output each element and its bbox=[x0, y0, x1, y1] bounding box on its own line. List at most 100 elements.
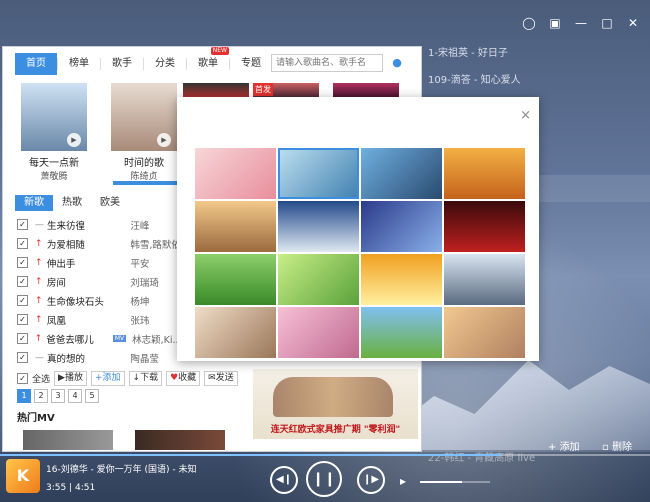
song-row[interactable]: ✓ ↑ 凤凰 张玮 bbox=[17, 310, 182, 329]
maximize-icon[interactable]: □ bbox=[600, 16, 614, 30]
send-label: 发送 bbox=[215, 373, 234, 383]
featured-item[interactable]: ▶ 时间的歌 陈绮贞 bbox=[111, 83, 177, 182]
skin-thumbnail[interactable] bbox=[361, 201, 442, 252]
song-list: ✓ — 生来彷徨 汪峰 ✓ ↑ 为爱相随 韩雪,路默依 ✓ ↑ 伸出手 平安 ✓ ↑ 房间 刘瑞琦 ✓ ↑ 生命像块… bbox=[17, 215, 182, 367]
playlist-item[interactable]: 1-宋祖英 - 好日子 bbox=[422, 40, 650, 67]
nav-tab[interactable]: 首页 bbox=[15, 53, 57, 75]
skin-thumbnail[interactable] bbox=[278, 201, 359, 252]
skin-thumbnail[interactable] bbox=[195, 254, 276, 305]
playlist-item[interactable] bbox=[422, 391, 650, 418]
song-checkbox[interactable]: ✓ bbox=[17, 257, 28, 268]
song-row[interactable]: ✓ ↑ 生命像块石头 杨坤 bbox=[17, 291, 182, 310]
nav-tab[interactable]: 专题 bbox=[230, 53, 272, 75]
skin-thumbnail[interactable] bbox=[444, 254, 525, 305]
progress-bar[interactable] bbox=[0, 454, 650, 456]
song-row[interactable]: ✓ — 真的想的 陶晶莹 bbox=[17, 348, 182, 367]
skin-thumbnail[interactable] bbox=[361, 307, 442, 358]
song-row[interactable]: ✓ ↑ 房间 刘瑞琦 bbox=[17, 272, 182, 291]
ad-banner[interactable]: 连天红欧式家具推广期 "零利润" bbox=[253, 369, 418, 439]
playlist-delete-button[interactable]: ▫ 删除 bbox=[602, 438, 632, 453]
ad-text: 连天红欧式家具推广期 "零利润" bbox=[270, 425, 401, 435]
skin-thumbnail[interactable] bbox=[278, 307, 359, 358]
page-button[interactable]: 2 bbox=[34, 389, 48, 403]
hot-mv-heading: 热门MV bbox=[17, 413, 55, 424]
song-row[interactable]: ✓ — 生来彷徨 汪峰 bbox=[17, 215, 182, 234]
elapsed-time: 3:55 bbox=[46, 483, 67, 493]
song-subtab[interactable]: 欧美 bbox=[91, 195, 129, 211]
song-row[interactable]: ✓ ↑ 伸出手 平安 bbox=[17, 253, 182, 272]
song-name: 真的想的 bbox=[46, 353, 85, 365]
skin-thumbnail[interactable] bbox=[444, 201, 525, 252]
page-button[interactable]: 5 bbox=[85, 389, 99, 403]
featured-item[interactable]: ▶ 每天一点新 萧敬腾 bbox=[21, 83, 87, 182]
song-artist: 陶晶莹 bbox=[130, 353, 159, 365]
nav-tab-label: 分类 bbox=[155, 58, 175, 69]
send-button[interactable]: ✉发送 bbox=[204, 371, 238, 386]
nav-tab[interactable]: 歌单 NEW bbox=[187, 47, 229, 75]
song-name: 房间 bbox=[46, 277, 66, 289]
next-button[interactable]: ❙▶ bbox=[357, 466, 385, 494]
skin-thumbnail[interactable] bbox=[361, 254, 442, 305]
page-button[interactable]: 4 bbox=[68, 389, 82, 403]
song-name: 伸出手 bbox=[46, 258, 76, 270]
playlist-item[interactable] bbox=[422, 364, 650, 391]
song-artist: 韩雪,路默依 bbox=[130, 239, 181, 251]
song-subtab[interactable]: 热歌 bbox=[53, 195, 91, 211]
pause-button[interactable]: ❙❙ bbox=[306, 461, 342, 497]
song-name: 凤凰 bbox=[46, 315, 66, 327]
play-label: 播放 bbox=[64, 373, 83, 383]
search-input[interactable] bbox=[271, 54, 383, 72]
skin-thumbnail[interactable] bbox=[195, 307, 276, 358]
song-checkbox[interactable]: ✓ bbox=[17, 333, 28, 344]
minimize-icon[interactable]: — bbox=[574, 16, 588, 30]
song-row[interactable]: ✓ ↑ 为爱相随 韩雪,路默依 bbox=[17, 234, 182, 253]
mv-thumbnail[interactable] bbox=[135, 430, 225, 450]
nav-tab[interactable]: 歌手 bbox=[101, 53, 143, 75]
nav-tab[interactable]: 分类 bbox=[144, 53, 186, 75]
song-checkbox[interactable]: ✓ bbox=[17, 314, 28, 325]
song-row[interactable]: ✓ ↑ 爸爸去哪儿 MV 林志颖,Ki... bbox=[17, 329, 182, 348]
song-checkbox[interactable]: ✓ bbox=[17, 238, 28, 249]
song-checkbox[interactable]: ✓ bbox=[17, 352, 28, 363]
mini-mode-icon[interactable]: ▣ bbox=[548, 16, 562, 30]
skin-thumbnail[interactable] bbox=[195, 201, 276, 252]
skin-thumbnail[interactable] bbox=[278, 148, 359, 199]
select-all-checkbox[interactable]: ✓ bbox=[17, 373, 28, 384]
song-checkbox[interactable]: ✓ bbox=[17, 219, 28, 230]
playlist-add-button[interactable]: + 添加 bbox=[548, 438, 580, 453]
playlist-item[interactable]: 109-滴答 - 知心爱人 bbox=[422, 67, 650, 94]
skin-thumbnail[interactable] bbox=[195, 148, 276, 199]
skin-icon[interactable]: ◯ bbox=[522, 16, 536, 30]
mv-badge[interactable]: MV bbox=[112, 335, 127, 342]
collect-button[interactable]: ♥收藏 bbox=[166, 371, 201, 386]
play-icon[interactable]: ▶ bbox=[157, 133, 171, 147]
play-button[interactable]: ▶播放 bbox=[54, 371, 87, 386]
volume-slider[interactable] bbox=[420, 481, 490, 483]
song-subtab[interactable]: 新歌 bbox=[15, 195, 53, 211]
new-badge: NEW bbox=[210, 47, 229, 55]
skin-thumbnail[interactable] bbox=[444, 148, 525, 199]
song-checkbox[interactable]: ✓ bbox=[17, 276, 28, 287]
play-icon[interactable]: ▶ bbox=[67, 133, 81, 147]
search-button[interactable]: ● bbox=[387, 54, 407, 72]
skin-thumbnail[interactable] bbox=[444, 307, 525, 358]
add-button[interactable]: +添加 bbox=[90, 371, 125, 386]
mv-thumbnail[interactable] bbox=[23, 430, 113, 450]
volume-icon[interactable]: ▸ bbox=[400, 474, 406, 488]
download-button[interactable]: ↓下载 bbox=[128, 371, 163, 386]
nav-tab-label: 歌手 bbox=[112, 58, 132, 69]
song-artist: 平安 bbox=[130, 258, 150, 270]
close-icon[interactable]: × bbox=[520, 109, 531, 122]
page-button[interactable]: 3 bbox=[51, 389, 65, 403]
page-button[interactable]: 1 bbox=[17, 389, 31, 403]
skin-thumbnail[interactable] bbox=[361, 148, 442, 199]
app-logo[interactable]: K bbox=[6, 459, 40, 493]
playback-time: 3:55 | 4:51 bbox=[46, 483, 96, 493]
trend-flat-icon: — bbox=[34, 352, 44, 363]
nav-tab[interactable]: 榜单 bbox=[58, 53, 100, 75]
featured-title: 时间的歌 bbox=[124, 158, 164, 169]
close-icon[interactable]: ✕ bbox=[626, 16, 640, 30]
song-checkbox[interactable]: ✓ bbox=[17, 295, 28, 306]
skin-thumbnail[interactable] bbox=[278, 254, 359, 305]
previous-button[interactable]: ◀❙ bbox=[270, 466, 298, 494]
